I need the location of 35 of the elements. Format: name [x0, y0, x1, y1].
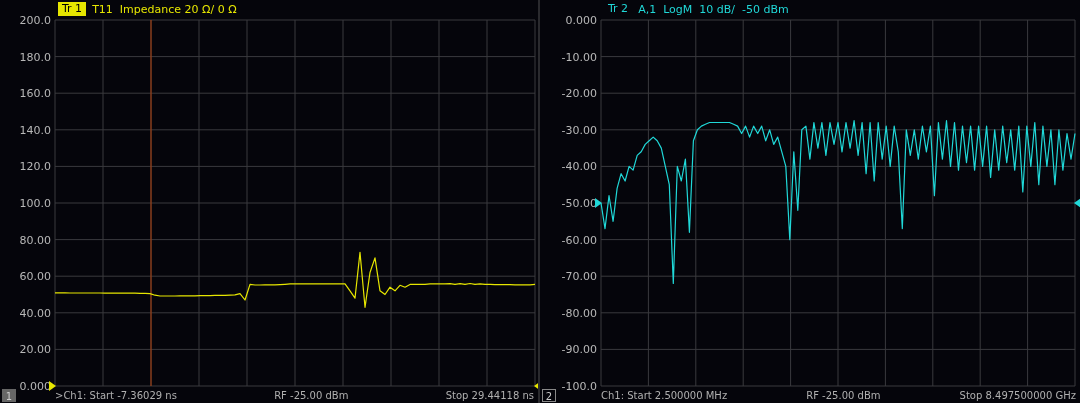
reference-marker-icon: [1074, 198, 1080, 208]
y-tick-label: -20.00: [561, 87, 597, 101]
y-tick-label: 20.00: [19, 343, 51, 357]
channel-button[interactable]: 1: [2, 389, 16, 402]
trace-description: T11 Impedance 20 Ω/ 0 Ω: [92, 2, 237, 16]
y-tick-label: 80.00: [19, 233, 51, 247]
stop-label: Stop 29.44118 ns: [445, 390, 534, 401]
trace-description: A,1 LogM 10 dB/ -50 dBm: [638, 2, 789, 16]
y-tick-label: 180.0: [19, 50, 51, 64]
y-tick-label: -60.00: [561, 233, 597, 247]
y-tick-label: 140.0: [19, 123, 51, 137]
y-tick-label: 200.0: [19, 14, 51, 27]
y-tick-label: -10.00: [561, 50, 597, 64]
y-tick-label: 60.00: [19, 270, 51, 284]
start-label: Ch1: Start 2.500000 MHz: [601, 390, 728, 401]
trace-tab[interactable]: Tr 1: [58, 2, 87, 16]
y-tick-label: 160.0: [19, 87, 51, 101]
y-tick-label: -30.00: [561, 123, 597, 137]
reference-marker-icon: [595, 198, 602, 208]
trace-tab[interactable]: Tr 2: [604, 2, 633, 16]
y-tick-label: -70.00: [561, 270, 597, 284]
y-tick-label: 40.00: [19, 306, 51, 320]
power-label: RF -25.00 dBm: [806, 390, 881, 401]
y-tick-label: -40.00: [561, 160, 597, 174]
y-tick-label: 100.0: [19, 197, 51, 210]
power-label: RF -25.00 dBm: [274, 390, 349, 401]
y-tick-label: 0.000: [565, 14, 597, 27]
y-tick-label: -90.00: [561, 343, 597, 357]
y-tick-label: 120.0: [19, 160, 51, 174]
stop-label: Stop 8.497500000 GHz: [959, 390, 1076, 401]
reference-marker-icon: [49, 381, 56, 391]
channel-button[interactable]: 2: [542, 389, 556, 402]
start-label: >Ch1: Start -7.36029 ns: [55, 390, 177, 401]
y-tick-label: -100.0: [561, 380, 597, 393]
y-tick-label: -80.00: [561, 306, 597, 320]
